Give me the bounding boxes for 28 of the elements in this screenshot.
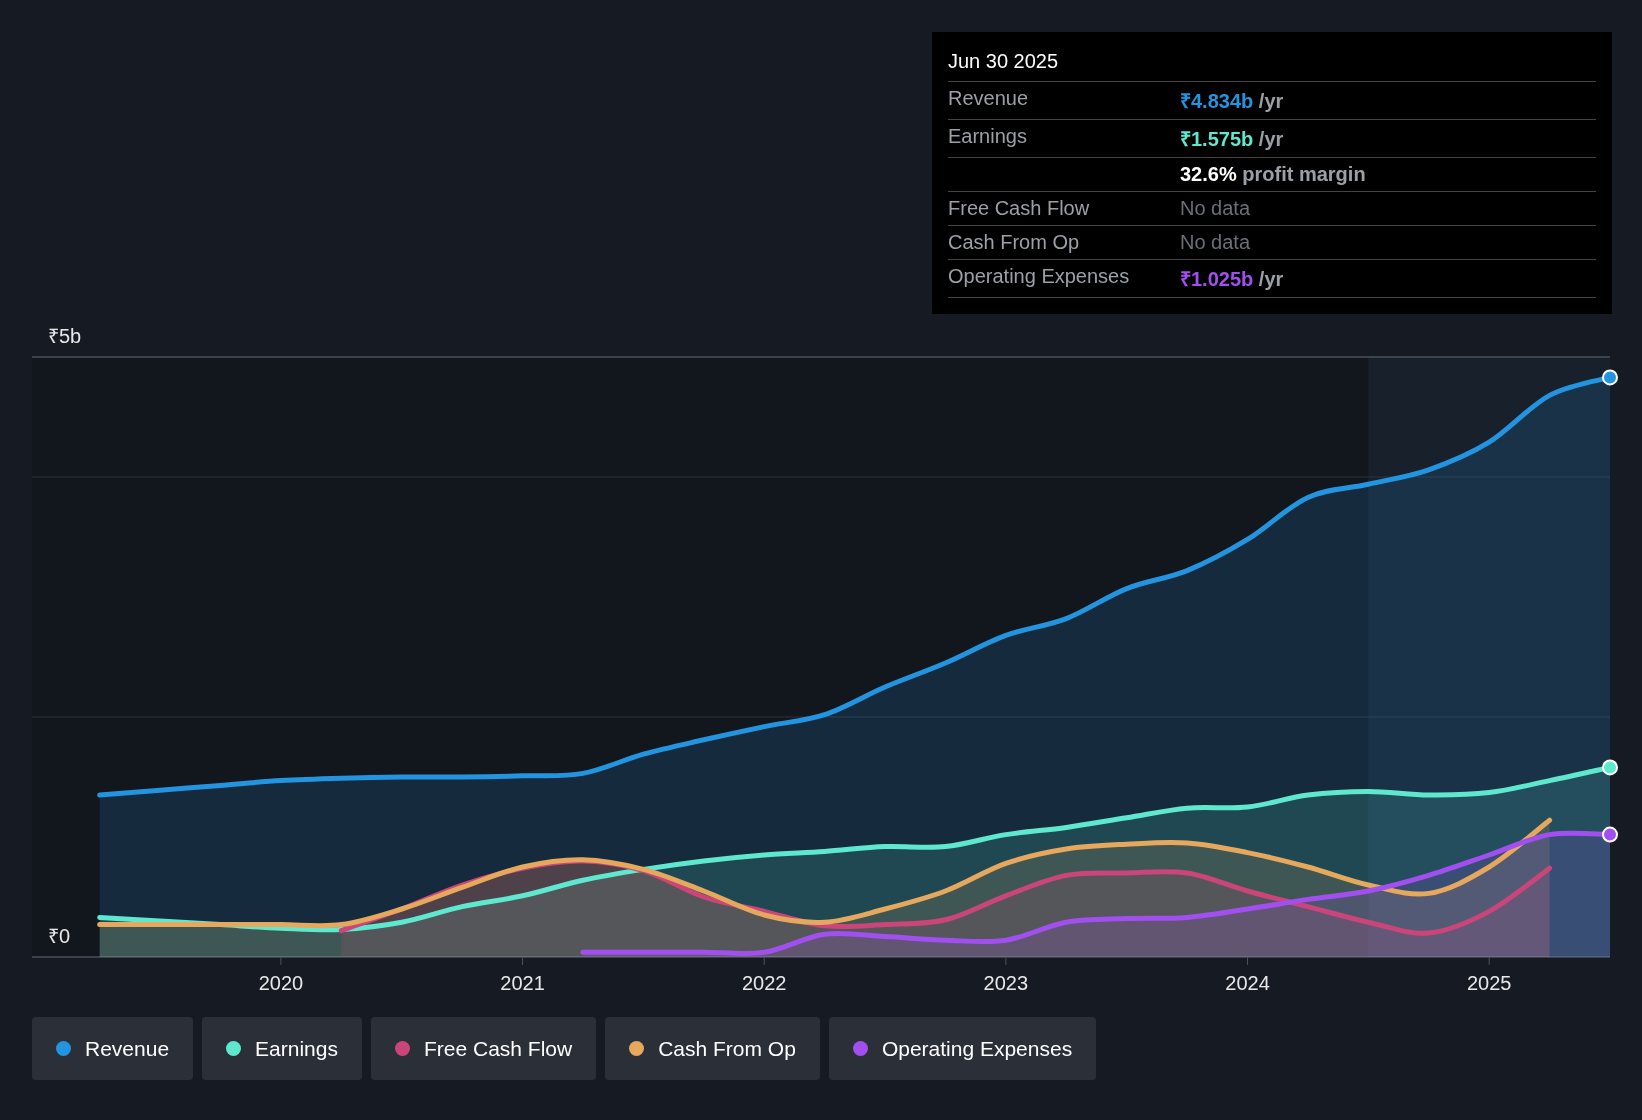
- endpoint-marker: [1602, 369, 1618, 386]
- legend-item[interactable]: Free Cash Flow: [370, 1017, 597, 1080]
- axis-label: 2022: [741, 972, 787, 994]
- axis-label: ₹0: [48, 925, 71, 947]
- axis-label: 2023: [983, 972, 1029, 994]
- legend-item[interactable]: Cash From Op: [605, 1017, 820, 1080]
- tooltip-date: Jun 30 2025: [948, 48, 1596, 82]
- legend-item[interactable]: Earnings: [202, 1017, 362, 1080]
- tooltip-value: ₹1.575b /yr: [1180, 127, 1284, 152]
- axis-label: 2021: [500, 972, 545, 994]
- axis-label: 2024: [1225, 972, 1270, 994]
- tooltip-value: No data: [1180, 231, 1251, 254]
- axis-label: 2025: [1466, 972, 1512, 994]
- tooltip-label: Cash From Op: [948, 231, 1081, 254]
- axis-label: 2020: [258, 972, 304, 994]
- tooltip-label: Operating Expenses: [948, 265, 1131, 289]
- axis-label: ₹5b: [48, 325, 82, 347]
- endpoint-marker: [1602, 759, 1618, 776]
- tooltip-value: ₹4.834b /yr: [1180, 89, 1284, 114]
- tooltip-label: Revenue: [948, 87, 1030, 111]
- tooltip-label: Free Cash Flow: [948, 197, 1091, 220]
- legend-item[interactable]: Operating Expenses: [828, 1017, 1097, 1080]
- tooltip-value: No data: [1180, 197, 1251, 220]
- tooltip-value: ₹1.025b /yr: [1180, 267, 1284, 292]
- tooltip-label: Earnings: [948, 125, 1028, 149]
- endpoint-marker: [1602, 826, 1618, 843]
- profit-margin-text: 32.6% profit margin: [1180, 163, 1366, 186]
- legend-item[interactable]: Revenue: [32, 1017, 194, 1080]
